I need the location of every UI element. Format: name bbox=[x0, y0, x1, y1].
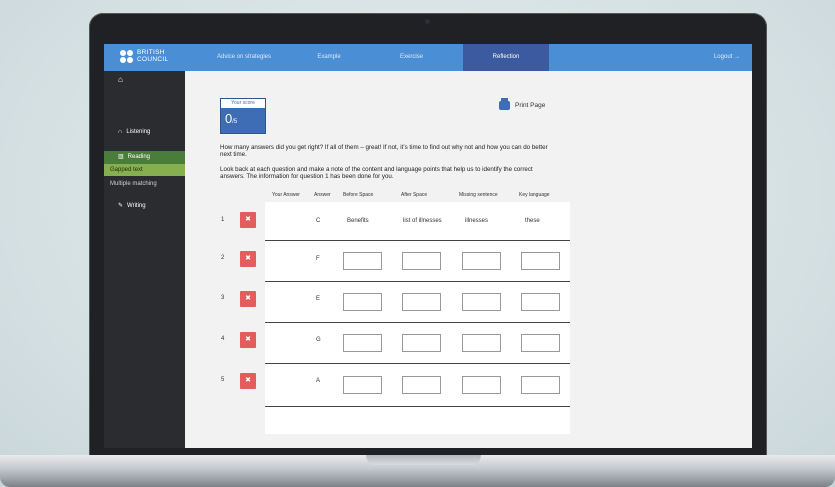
after-space-input[interactable] bbox=[402, 293, 441, 311]
header-after-space: After Space bbox=[401, 192, 428, 198]
instructions-paragraph-2: Look back at each question and make a no… bbox=[220, 166, 533, 180]
instructions-paragraph-1: How many answers did you get right? If a… bbox=[220, 144, 548, 158]
key-language-input[interactable] bbox=[521, 334, 560, 352]
correct-answer: G bbox=[316, 337, 321, 343]
sidebar-item-multiple-matching[interactable]: Multiple matching bbox=[104, 178, 185, 190]
question-number: 1 bbox=[221, 217, 225, 223]
after-space-input[interactable] bbox=[402, 376, 441, 394]
laptop-notch bbox=[366, 455, 481, 465]
print-label: Print Page bbox=[515, 102, 546, 109]
tab-example[interactable]: Example bbox=[304, 44, 354, 71]
header-missing-sentence: Missing sentence bbox=[459, 192, 498, 198]
score-value: 0/5 bbox=[221, 108, 265, 133]
tab-exercise[interactable]: Exercise bbox=[384, 44, 439, 71]
sidebar-item-label: Reading bbox=[127, 154, 151, 160]
tab-advice[interactable]: Advice on strategies bbox=[209, 44, 279, 71]
after-space-input[interactable] bbox=[402, 334, 441, 352]
missing-sentence-input[interactable] bbox=[462, 293, 501, 311]
sidebar-item-label: Writing bbox=[127, 203, 146, 209]
before-space-input[interactable] bbox=[343, 334, 382, 352]
before-space-text: Benefits bbox=[347, 218, 369, 224]
laptop-lid: BRITISH COUNCIL Advice on strategies Exa… bbox=[89, 13, 767, 463]
main-content: Your score 0/5 Print Page How many answe… bbox=[185, 71, 752, 448]
after-space-input[interactable] bbox=[402, 252, 441, 270]
wrong-mark-icon: ✖ bbox=[240, 332, 256, 348]
question-number: 3 bbox=[221, 295, 225, 301]
key-language-input[interactable] bbox=[521, 252, 560, 270]
wrong-mark-icon: ✖ bbox=[240, 291, 256, 307]
question-number: 5 bbox=[221, 377, 225, 383]
headphones-icon: ∩ bbox=[118, 129, 123, 135]
header-key-language: Key language bbox=[519, 192, 550, 198]
sidebar-item-label: Listening bbox=[126, 129, 151, 135]
correct-answer: F bbox=[316, 256, 320, 262]
correct-answer: A bbox=[316, 378, 321, 384]
print-page-button[interactable]: Print Page bbox=[499, 98, 546, 110]
british-council-logo[interactable]: BRITISH COUNCIL bbox=[120, 49, 169, 63]
wrong-mark-icon: ✖ bbox=[240, 251, 256, 267]
header-answer: Answer bbox=[314, 192, 331, 198]
wrong-mark-icon: ✖ bbox=[240, 373, 256, 389]
before-space-input[interactable] bbox=[343, 252, 382, 270]
key-language-input[interactable] bbox=[521, 293, 560, 311]
row-divider bbox=[265, 240, 570, 241]
correct-answer: E bbox=[316, 296, 321, 302]
missing-sentence-input[interactable] bbox=[462, 334, 501, 352]
laptop-screen: BRITISH COUNCIL Advice on strategies Exa… bbox=[104, 44, 752, 448]
key-language-text: these bbox=[525, 218, 540, 224]
camera bbox=[425, 19, 430, 24]
key-language-input[interactable] bbox=[521, 376, 560, 394]
missing-sentence-text: illnesses bbox=[465, 218, 489, 224]
row-divider bbox=[265, 363, 570, 364]
missing-sentence-input[interactable] bbox=[462, 376, 501, 394]
missing-sentence-input[interactable] bbox=[462, 252, 501, 270]
sidebar-item-writing[interactable]: ✎ Writing bbox=[104, 200, 185, 213]
home-icon[interactable]: ⌂ bbox=[118, 75, 123, 84]
score-total: /5 bbox=[232, 119, 238, 125]
printer-icon bbox=[499, 98, 510, 110]
question-number: 4 bbox=[221, 336, 225, 342]
top-nav: BRITISH COUNCIL Advice on strategies Exa… bbox=[104, 44, 752, 71]
wrong-mark-icon: ✖ bbox=[240, 212, 256, 228]
results-table bbox=[265, 202, 570, 434]
before-space-input[interactable] bbox=[343, 376, 382, 394]
sidebar-item-label: Gapped text bbox=[110, 167, 143, 173]
row-divider bbox=[265, 281, 570, 282]
logo-dots-icon bbox=[120, 50, 133, 63]
row-divider bbox=[265, 406, 570, 407]
header-before-space: Before Space bbox=[343, 192, 374, 198]
sidebar: ⌂ ∩ Listening ▥ Reading Gapped text Multip… bbox=[104, 71, 185, 448]
correct-answer: C bbox=[316, 218, 321, 224]
brand-line2: COUNCIL bbox=[137, 55, 169, 63]
sidebar-item-gapped-text[interactable]: Gapped text bbox=[104, 164, 185, 176]
logout-link[interactable]: Logout → bbox=[714, 44, 740, 71]
before-space-input[interactable] bbox=[343, 293, 382, 311]
sidebar-item-listening[interactable]: ∩ Listening bbox=[104, 126, 185, 139]
after-space-text: list of illnesses bbox=[403, 218, 442, 224]
pen-icon: ✎ bbox=[118, 203, 124, 209]
score-label: Your score bbox=[221, 99, 265, 108]
question-number: 2 bbox=[221, 255, 225, 261]
score-box: Your score 0/5 bbox=[220, 98, 266, 134]
sidebar-item-reading[interactable]: ▥ Reading bbox=[104, 151, 185, 164]
row-divider bbox=[265, 322, 570, 323]
header-your-answer: Your Answer bbox=[272, 192, 300, 198]
tab-reflection[interactable]: Reflection bbox=[463, 44, 549, 71]
sidebar-item-label: Multiple matching bbox=[110, 181, 157, 187]
book-icon: ▥ bbox=[118, 154, 124, 160]
laptop-base bbox=[0, 455, 835, 487]
